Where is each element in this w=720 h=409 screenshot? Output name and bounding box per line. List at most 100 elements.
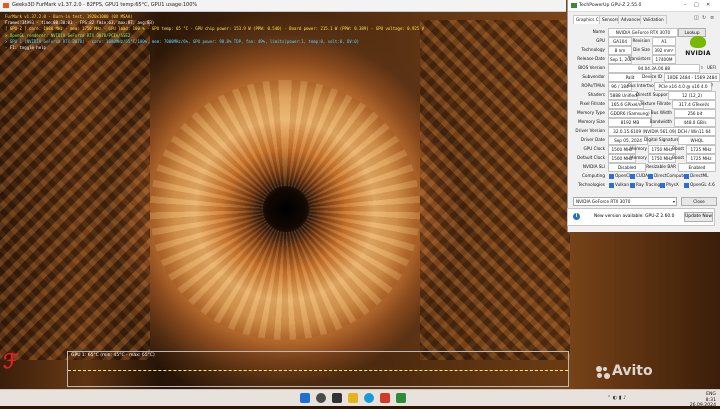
tech-opengl[interactable]: OpenGL 4.6 [684, 182, 715, 188]
uefi-label: UEFI [707, 65, 716, 70]
memory-size-value[interactable]: 8192 MB [608, 118, 652, 127]
shaders-value[interactable]: 5888 Unified [608, 91, 638, 100]
computing-cuda[interactable]: CUDA [630, 173, 648, 179]
row-bios: BIOS Version 94.04.3A.00.88 ⇪ UEFI [568, 64, 720, 73]
bus-width-label: Bus Width [650, 110, 672, 115]
die-size-label: Die Size [633, 47, 650, 52]
furmark-window-title: Geeks3D FurMark v1.37.2.0 - 82FPS, GPU1 … [12, 2, 198, 8]
bandwidth-value[interactable]: 448.0 GB/s [674, 118, 716, 127]
close-button[interactable]: Close [681, 197, 717, 206]
row-technology: Technology 8 nm Die Size 392 mm² [568, 46, 720, 55]
computing-directml[interactable]: DirectML [684, 173, 708, 179]
bus-interface-value[interactable]: PCIe x16 4.0 @ x16 4.0 [654, 82, 712, 91]
transistors-value[interactable]: 17400M [652, 55, 676, 64]
rops-label: ROPs/TMUs [581, 83, 605, 88]
pixel-fillrate-value[interactable]: 165.6 GPixel/s [608, 100, 644, 109]
gpu-clock-label: GPU Clock [583, 146, 605, 151]
driver-date-value[interactable]: Sep 05, 2024 [608, 136, 648, 145]
gpuz-app-icon [571, 3, 577, 8]
gpuz-taskbar-icon[interactable] [396, 393, 406, 403]
computing-label: Computing [582, 173, 605, 178]
refresh-icon[interactable]: ↻ [702, 15, 706, 21]
tech-physx[interactable]: PhysX [660, 182, 679, 188]
tech-opengl-label: OpenGL 4.6 [690, 182, 715, 187]
task-view-icon[interactable] [332, 393, 342, 403]
osd-line: - F1: toggle help [5, 44, 46, 50]
update-now-button[interactable]: Update Now [684, 212, 713, 222]
memory-type-value[interactable]: GDDR6 (Samsung) [608, 109, 652, 118]
taskbar: ⌃ ◐ ▮ ♪ ENG 8:31 26.09.2024 [0, 389, 720, 409]
card-select-value: NVIDIA GeForce RTX 3070 [576, 199, 631, 204]
die-size-value[interactable]: 392 mm² [652, 46, 676, 55]
checkbox-icon[interactable] [630, 173, 635, 179]
tech-vulkan[interactable]: Vulkan [609, 182, 629, 188]
computing-opencl[interactable]: OpenCL [609, 173, 631, 179]
furmark-osd: FurMark v1.37.2.0 - Burn-in test, 1920x1… [5, 14, 424, 51]
default-clock-boost-label: Boost [672, 155, 684, 160]
file-explorer-icon[interactable] [348, 393, 358, 403]
checkbox-icon[interactable] [630, 182, 635, 188]
digital-signature-value[interactable]: WHQL [678, 136, 716, 145]
driver-date-label: Driver Date [580, 137, 605, 142]
bios-export-icon[interactable]: ⇪ [700, 65, 703, 70]
row-computing: Computing OpenCL CUDA DirectCompute Dire… [568, 172, 720, 181]
gpuz-window-title: TechPowerUp GPU-Z 2.55.0 [579, 3, 642, 8]
tech-ray-tracing[interactable]: Ray Tracing [630, 182, 660, 188]
gpuz-titlebar[interactable]: TechPowerUp GPU-Z 2.55.0 – □ ✕ [568, 0, 720, 12]
transistors-label: Transistors [628, 56, 651, 61]
checkbox-icon[interactable] [609, 173, 614, 179]
checkbox-icon[interactable] [609, 182, 614, 188]
system-tray[interactable]: ⌃ ◐ ▮ ♪ [607, 395, 626, 401]
chevron-down-icon: ▾ [672, 199, 675, 204]
help-icon[interactable]: ? [711, 83, 713, 88]
checkbox-icon[interactable] [660, 182, 665, 188]
gpu-clock-boost-value[interactable]: 1725 MHz [686, 145, 716, 154]
checkbox-icon[interactable] [684, 173, 689, 179]
start-icon[interactable] [300, 393, 310, 403]
gpuz-window: TechPowerUp GPU-Z 2.55.0 – □ ✕ Graphics … [567, 0, 720, 232]
card-select[interactable]: NVIDIA GeForce RTX 3070 ▾ [573, 197, 677, 206]
name-value[interactable]: NVIDIA GeForce RTX 3070 [608, 28, 678, 37]
technologies-label: Technologies [578, 182, 605, 187]
row-shaders: Shaders 5888 Unified DirectX Support 12 … [568, 91, 720, 100]
info-icon: i [573, 213, 580, 220]
minimize-icon[interactable]: – [684, 2, 687, 8]
camera-icon[interactable]: ◫ [694, 15, 699, 21]
bus-interface-label: Bus Interface [628, 83, 656, 88]
directx-value[interactable]: 12 (12_2) [668, 91, 716, 100]
checkbox-icon[interactable] [648, 173, 653, 179]
close-icon[interactable]: ✕ [706, 2, 710, 8]
texture-fillrate-value[interactable]: 317.4 GTexel/s [672, 100, 716, 109]
bus-width-value[interactable]: 256 bit [674, 109, 716, 118]
furmark-titlebar[interactable]: Geeks3D FurMark v1.37.2.0 - 82FPS, GPU1 … [0, 0, 566, 12]
tab-validation[interactable]: Validation [640, 15, 667, 24]
search-icon[interactable] [316, 393, 326, 403]
device-id-value[interactable]: 10DE 2484 - 1569 2484 [664, 73, 720, 82]
default-clock-boost-value[interactable]: 1725 MHz [686, 154, 716, 163]
device-id-label: Device ID [642, 74, 663, 79]
texture-fillrate-label: Texture Fillrate [640, 101, 671, 106]
update-notification: i New version available: GPU-Z 2.60.0 Up… [567, 208, 715, 226]
digital-signature-label: Digital Signature [644, 137, 680, 142]
furmark-taskbar-icon[interactable] [380, 393, 390, 403]
sli-value[interactable]: Disabled [608, 163, 646, 172]
clock[interactable]: ENG 8:31 26.09.2024 [690, 392, 716, 409]
checkbox-icon[interactable] [684, 182, 689, 188]
computing-directcompute[interactable]: DirectCompute [648, 173, 686, 179]
edge-icon[interactable] [364, 393, 374, 403]
resizable-bar-label: Resizable BAR [646, 164, 676, 169]
resizable-bar-value[interactable]: Enabled [678, 163, 716, 172]
memory-size-label: Memory Size [578, 119, 605, 124]
maximize-icon[interactable]: □ [694, 2, 699, 8]
driver-version-value[interactable]: 32.0.15.6109 (NVIDIA 561.09) DCH / Win11… [608, 127, 716, 136]
subvendor-label: Subvendor [582, 74, 605, 79]
tech-ray-tracing-label: Ray Tracing [636, 182, 661, 187]
menu-icon[interactable]: ≡ [710, 15, 714, 21]
furmark-app-icon [3, 3, 9, 8]
row-fillrate: Pixel Fillrate 165.6 GPixel/s Texture Fi… [568, 100, 720, 109]
bios-value[interactable]: 94.04.3A.00.88 [608, 64, 700, 73]
revision-value[interactable]: A1 [652, 37, 676, 46]
computing-directml-label: DirectML [690, 173, 709, 178]
row-gpu-clock: GPU Clock 1500 MHz Memory 1750 MHz Boost… [568, 145, 720, 154]
bandwidth-label: Bandwidth [649, 119, 672, 124]
